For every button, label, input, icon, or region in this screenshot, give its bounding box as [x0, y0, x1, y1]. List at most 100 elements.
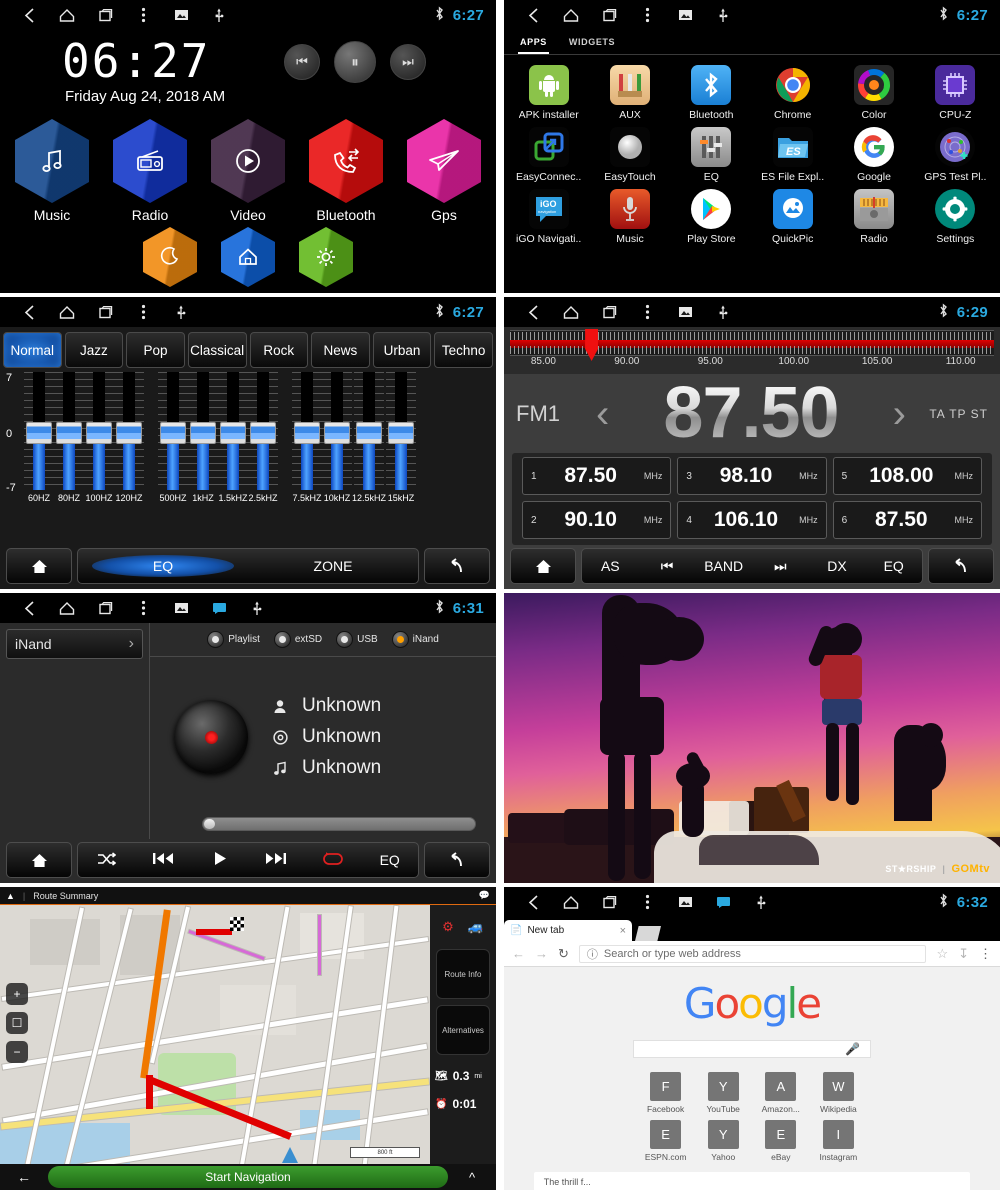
- screenshot-icon[interactable]: [666, 887, 704, 917]
- overflow-icon[interactable]: ⋮: [979, 946, 992, 962]
- play-pause-button[interactable]: ⏸: [334, 41, 376, 83]
- home-tile-night[interactable]: [143, 227, 197, 287]
- home-button[interactable]: [6, 842, 72, 878]
- eq-band-60hz[interactable]: 60HZ: [24, 372, 54, 503]
- home-tile-music[interactable]: Music: [15, 119, 89, 223]
- shortcut-yahoo[interactable]: Y Yahoo: [702, 1120, 744, 1162]
- back-icon[interactable]: [10, 0, 48, 30]
- eq-preset-normal[interactable]: Normal: [3, 332, 62, 368]
- vehicle-profile-icon[interactable]: 🚙: [468, 919, 484, 935]
- overflow-icon[interactable]: [124, 593, 162, 623]
- eq-preset-jazz[interactable]: Jazz: [64, 332, 124, 368]
- home-tile-gps[interactable]: Gps: [407, 119, 481, 223]
- bookmark-star-icon[interactable]: ☆: [936, 946, 948, 962]
- next-track-button[interactable]: ⏭: [390, 44, 426, 80]
- eq-button[interactable]: EQ: [865, 558, 922, 574]
- zoom-in-icon[interactable]: +: [6, 983, 28, 1005]
- shortcut-amazon[interactable]: A Amazon...: [760, 1072, 802, 1114]
- back-icon[interactable]: [514, 297, 552, 327]
- shortcut-youtube[interactable]: Y YouTube: [702, 1072, 744, 1114]
- zoom-out-icon[interactable]: −: [6, 1041, 28, 1063]
- shortcut-facebook[interactable]: F Facebook: [645, 1072, 687, 1114]
- panel-video-playback[interactable]: ST★RSHIP | GOMtv: [504, 593, 1000, 883]
- app-apk-installer[interactable]: APK installer: [508, 61, 589, 121]
- eq-preset-pop[interactable]: Pop: [126, 332, 185, 368]
- music-source-selector[interactable]: iNand ›: [6, 629, 143, 659]
- nav-map-canvas[interactable]: 800 ft: [0, 905, 430, 1190]
- speech-bubble-icon[interactable]: 💬: [479, 890, 490, 901]
- app-cpu-z[interactable]: CPU-Z: [915, 61, 996, 121]
- start-navigation-button[interactable]: Start Navigation: [48, 1166, 448, 1188]
- home-button[interactable]: [6, 548, 72, 584]
- download-icon[interactable]: ↧: [958, 946, 969, 962]
- eq-button[interactable]: EQ: [361, 852, 418, 868]
- recents-icon[interactable]: [86, 593, 124, 623]
- close-icon[interactable]: ×: [620, 925, 626, 937]
- nav-back-icon[interactable]: ←: [512, 946, 525, 961]
- radio-dial-strip[interactable]: [510, 329, 994, 361]
- app-es-file-explorer[interactable]: ES ES File Expl..: [752, 123, 833, 183]
- message-icon[interactable]: [200, 593, 238, 623]
- back-icon[interactable]: [10, 593, 48, 623]
- play-button[interactable]: [191, 851, 248, 869]
- app-music[interactable]: Music: [589, 185, 670, 245]
- eq-band-1-5khz[interactable]: 1.5kHZ: [218, 372, 248, 503]
- address-bar[interactable]: ⓘ Search or type web address: [578, 944, 927, 963]
- overflow-icon[interactable]: [628, 887, 666, 917]
- back-button[interactable]: [424, 548, 490, 584]
- nav-up-arrow-icon[interactable]: ▲: [6, 891, 15, 901]
- eq-preset-urban[interactable]: Urban: [372, 332, 432, 368]
- app-aux[interactable]: AUX: [589, 61, 670, 121]
- reload-icon[interactable]: ↻: [558, 946, 569, 962]
- source-playlist[interactable]: Playlist: [207, 631, 260, 648]
- app-gps-test-plus[interactable]: GPS Test Pl..: [915, 123, 996, 183]
- shortcut-wikipedia[interactable]: W Wikipedia: [818, 1072, 860, 1114]
- google-search-box[interactable]: 🎤: [633, 1040, 871, 1058]
- seek-up-button[interactable]: ⏭: [752, 558, 809, 575]
- overflow-icon[interactable]: [628, 297, 666, 327]
- home-tile-radio[interactable]: Radio: [113, 119, 187, 223]
- overflow-icon[interactable]: [124, 0, 162, 30]
- back-button[interactable]: [928, 548, 994, 584]
- home-tile-video[interactable]: Video: [211, 119, 285, 223]
- usb-icon[interactable]: [742, 887, 780, 917]
- next-track-button[interactable]: [248, 852, 305, 868]
- usb-icon[interactable]: [704, 297, 742, 327]
- usb-icon[interactable]: [238, 593, 276, 623]
- radio-dial[interactable]: 85.00 90.00 95.00 100.00 105.00 110.00: [504, 327, 1000, 374]
- usb-icon[interactable]: [200, 0, 238, 30]
- app-settings[interactable]: Settings: [915, 185, 996, 245]
- eq-band-15khz[interactable]: 15kHZ: [386, 372, 417, 503]
- eq-preset-classical[interactable]: Classical: [187, 332, 247, 368]
- eq-tab-button[interactable]: EQ: [78, 558, 248, 574]
- recents-icon[interactable]: [590, 297, 628, 327]
- shortcut-espn[interactable]: E ESPN.com: [645, 1120, 686, 1162]
- preset-6[interactable]: 6 87.50 MHz: [832, 501, 982, 539]
- home-icon[interactable]: [552, 887, 590, 917]
- screenshot-icon[interactable]: [162, 0, 200, 30]
- source-usb[interactable]: USB: [336, 631, 378, 648]
- app-eq[interactable]: EQ: [671, 123, 752, 183]
- preset-5[interactable]: 5 108.00 MHz: [832, 457, 982, 495]
- recents-icon[interactable]: [590, 887, 628, 917]
- seek-down-button[interactable]: ⏮: [639, 558, 696, 575]
- home-tile-home[interactable]: [221, 227, 275, 287]
- band-button[interactable]: BAND: [695, 558, 752, 574]
- autostore-button[interactable]: AS: [582, 558, 639, 574]
- shuffle-button[interactable]: [78, 851, 135, 869]
- screenshot-icon[interactable]: [666, 0, 704, 30]
- previous-track-button[interactable]: ⏮: [284, 44, 320, 80]
- dx-button[interactable]: DX: [809, 558, 866, 574]
- app-color[interactable]: Color: [833, 61, 914, 121]
- repeat-button[interactable]: [305, 851, 362, 869]
- recenter-icon[interactable]: ☐: [6, 1012, 28, 1034]
- app-easyconnect[interactable]: EasyConnec..: [508, 123, 589, 183]
- eq-band-2-5khz[interactable]: 2.5kHZ: [248, 372, 278, 503]
- eq-band-1khz[interactable]: 1kHZ: [188, 372, 218, 503]
- shortcut-ebay[interactable]: EeBay: [760, 1120, 802, 1162]
- home-button[interactable]: [510, 548, 576, 584]
- eq-band-120hz[interactable]: 120HZ: [114, 372, 144, 503]
- tab-widgets[interactable]: WIDGETS: [567, 34, 617, 54]
- message-icon[interactable]: [704, 887, 742, 917]
- nav-forward-icon[interactable]: →: [535, 946, 548, 961]
